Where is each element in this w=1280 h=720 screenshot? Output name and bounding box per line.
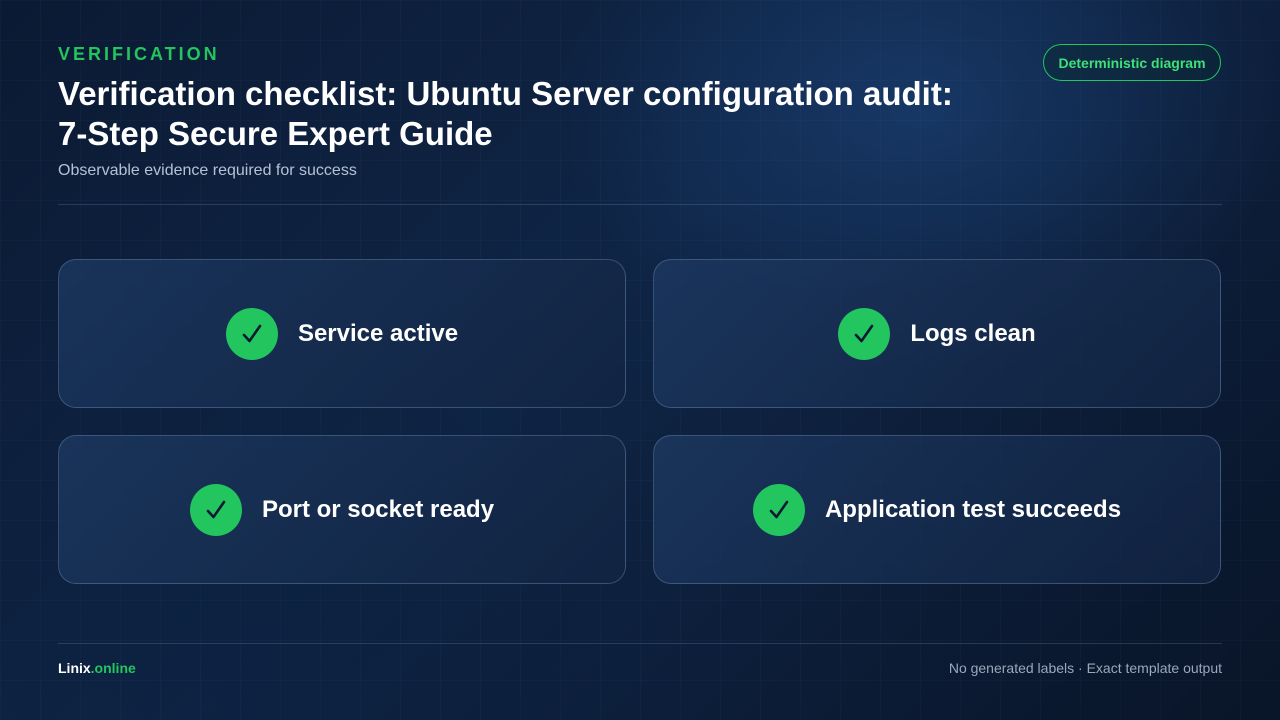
checklist-card-label: Application test succeeds [824, 495, 1122, 523]
checklist-card-service-active: Service active [58, 259, 626, 408]
brand-name: Linix [58, 660, 91, 676]
footer-divider [58, 643, 1222, 644]
check-icon [752, 483, 805, 536]
check-icon [189, 483, 242, 536]
header-divider [58, 204, 1222, 205]
check-icon [838, 307, 891, 360]
section-eyebrow: VERIFICATION [58, 44, 220, 64]
page-title-line-2: 7-Step Secure Expert Guide [58, 115, 493, 152]
diagram-type-badge: Deterministic diagram [1043, 44, 1221, 81]
check-icon [225, 307, 278, 360]
checklist-card-label: Port or socket ready [261, 495, 495, 523]
brand-logo[interactable]: Linix.online [58, 660, 136, 676]
page-title: Verification checklist: Ubuntu Server co… [58, 74, 1018, 154]
page-title-line-1: Verification checklist: Ubuntu Server co… [58, 75, 953, 112]
checklist-card-port-ready: Port or socket ready [58, 435, 626, 584]
footer-note: No generated labels · Exact template out… [948, 660, 1222, 676]
brand-domain: .online [90, 660, 136, 676]
checklist-card-logs-clean: Logs clean [653, 259, 1221, 408]
checklist-card-label: Logs clean [910, 319, 1036, 347]
page-subtitle: Observable evidence required for success [58, 162, 357, 179]
checklist-card-label: Service active [297, 319, 459, 347]
checklist-card-application-test: Application test succeeds [653, 435, 1221, 584]
